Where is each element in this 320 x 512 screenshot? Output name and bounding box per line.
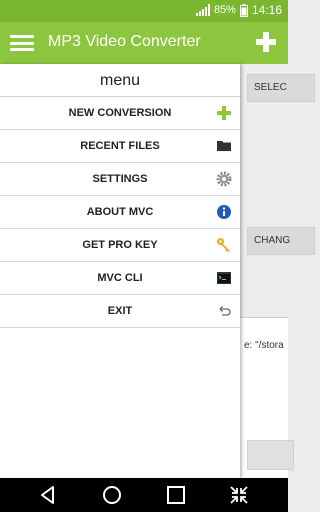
menu-item-label: EXIT [107,305,133,317]
bottom-button[interactable] [247,440,294,470]
menu-item-label: ABOUT MVC [86,206,154,218]
folder-icon [217,141,231,151]
battery-icon [239,3,248,17]
menu-item-label: SETTINGS [92,173,148,185]
shrink-icon[interactable] [229,485,249,505]
clock: 14:16 [251,3,282,17]
navigation-drawer: menu NEW CONVERSION RECENT FILES SETTING… [0,64,240,478]
plus-icon [217,106,231,120]
menu-item-get-pro-key[interactable]: GET PRO KEY [0,229,240,262]
info-icon [217,205,231,219]
gear-icon [216,171,232,187]
back-icon[interactable] [38,485,58,505]
menu-item-settings[interactable]: SETTINGS [0,163,240,196]
undo-icon [219,306,231,316]
select-button[interactable]: SELEC [247,74,315,102]
menu-item-label: MVC CLI [97,272,143,284]
status-bar: 85% 14:16 [0,0,288,22]
add-icon[interactable] [254,30,278,54]
menu-icon[interactable] [10,35,34,51]
output-path-text: e: "/stora [244,340,284,351]
menu-item-label: RECENT FILES [80,140,160,152]
menu-item-mvc-cli[interactable]: MVC CLI [0,262,240,295]
signal-icon [195,4,210,16]
menu-item-about-mvc[interactable]: ABOUT MVC [0,196,240,229]
menu-title: menu [0,64,240,97]
menu-item-new-conversion[interactable]: NEW CONVERSION [0,97,240,130]
key-icon [217,238,230,252]
menu-item-label: GET PRO KEY [82,239,158,251]
recents-icon[interactable] [166,485,186,505]
main-content: SELEC CHANG e: "/stora [240,64,315,478]
change-button[interactable]: CHANG [247,227,315,255]
menu-item-label: NEW CONVERSION [68,107,172,119]
menu-item-recent-files[interactable]: RECENT FILES [0,130,240,163]
system-navigation-bar [0,478,288,512]
menu-item-exit[interactable]: EXIT [0,295,240,328]
terminal-icon [217,272,231,284]
status-right: 85% 14:16 [195,3,282,17]
app-title: MP3 Video Converter [48,33,201,50]
battery-percent: 85% [213,4,236,16]
app-bar: MP3 Video Converter [0,22,288,64]
home-icon[interactable] [102,485,122,505]
